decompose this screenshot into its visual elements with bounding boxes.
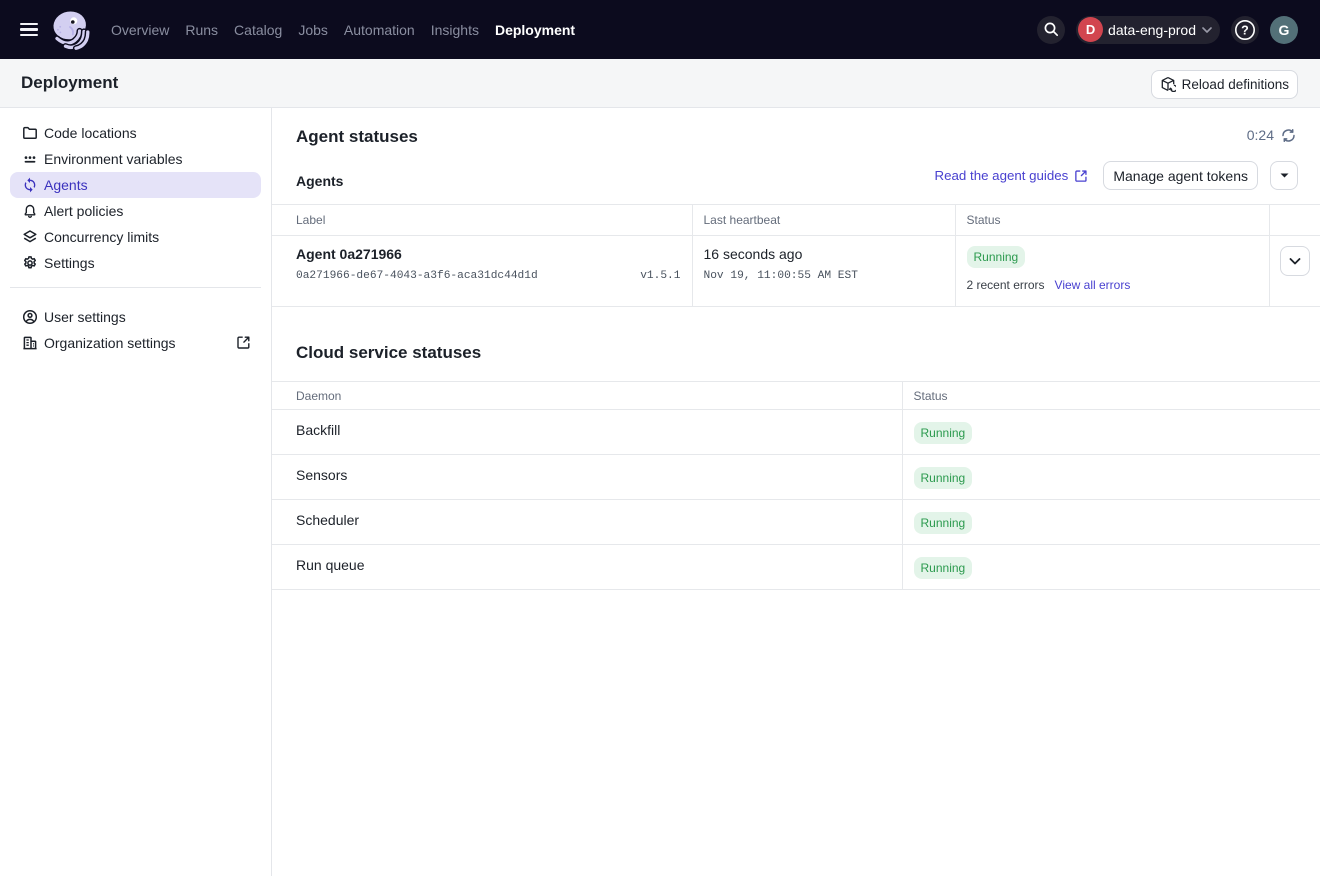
svg-text:?: ? [1241,23,1249,37]
